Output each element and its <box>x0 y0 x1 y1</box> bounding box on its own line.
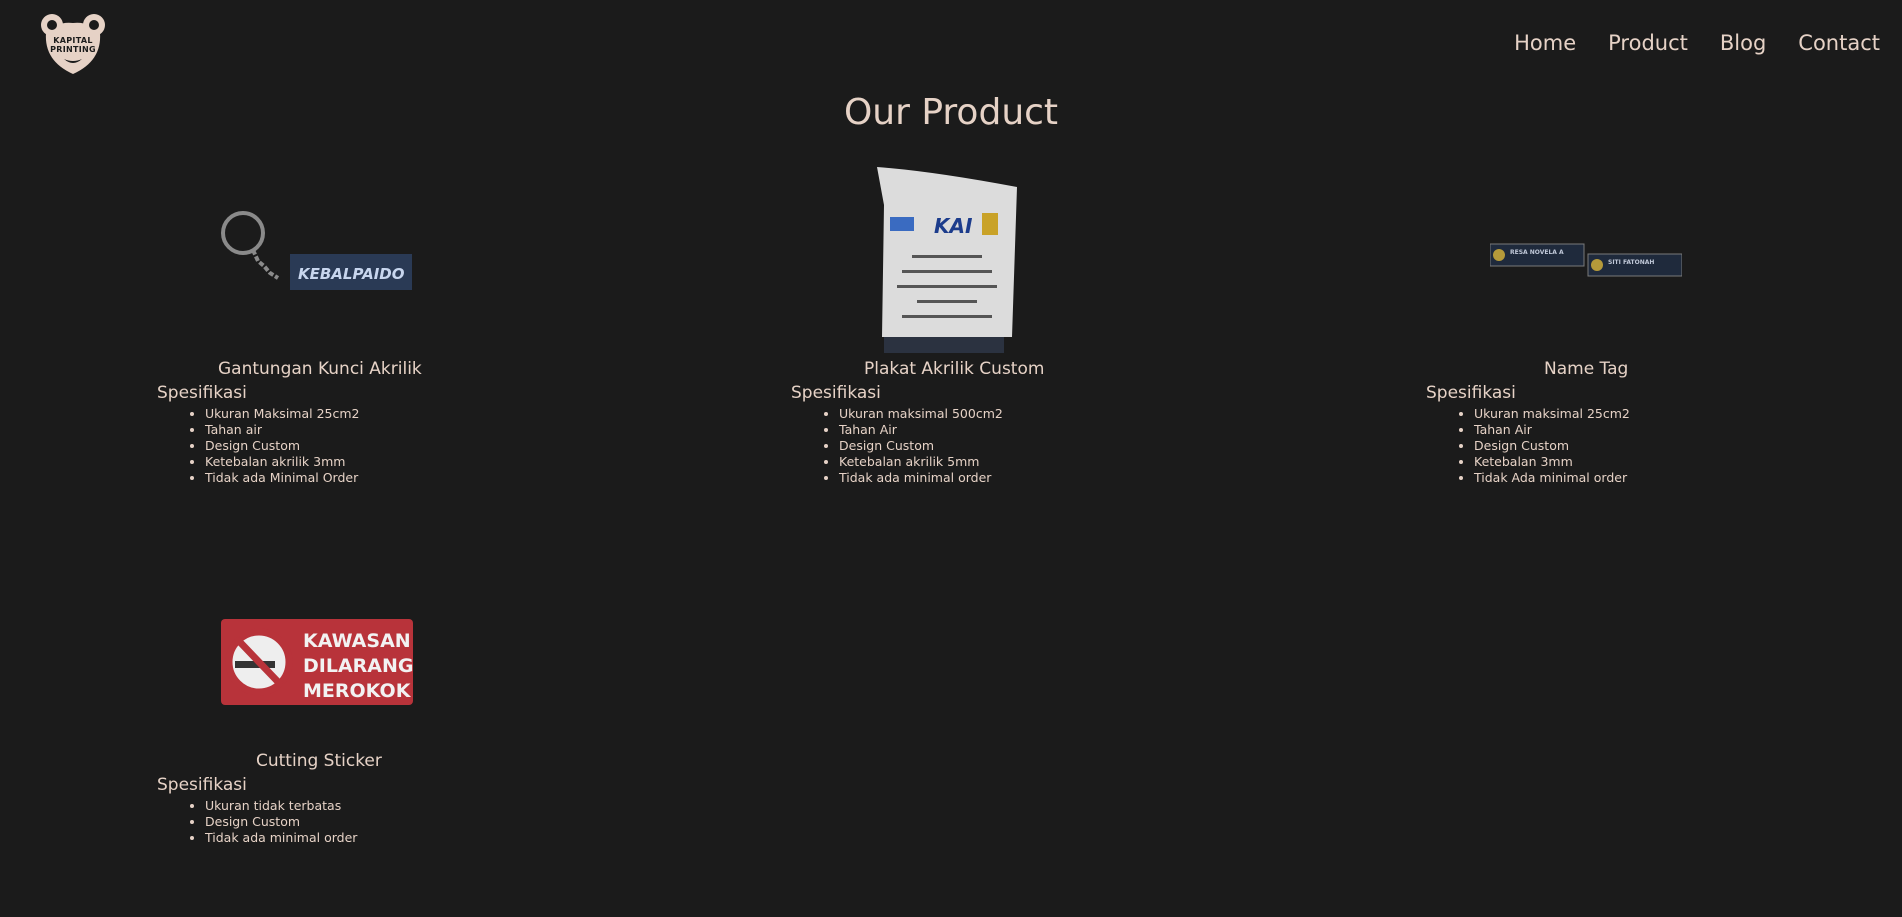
sticker-text-3: MEROKOK <box>303 680 412 702</box>
nametag-text-1: RESA NOVELA A <box>1510 249 1564 256</box>
sticker-text-2: DILARANG <box>303 655 413 677</box>
brand-logo[interactable]: KAPITAL PRINTING <box>38 11 108 77</box>
keychain-image-text: KEBALPAIDO <box>298 265 405 283</box>
spec-title: Spesifikasi <box>157 775 247 795</box>
product-name: Gantungan Kunci Akrilik <box>218 359 422 379</box>
nav-home[interactable]: Home <box>1514 31 1576 55</box>
spec-item: Ketebalan akrilik 3mm <box>205 454 359 470</box>
spec-item: Design Custom <box>839 438 1003 454</box>
spec-item: Tidak Ada minimal order <box>1474 470 1630 486</box>
nametag-image-icon: RESA NOVELA A SITI FATONAH <box>1489 243 1683 277</box>
page-title: Our Product <box>843 92 1059 133</box>
spec-list: Ukuran Maksimal 25cm2 Tahan air Design C… <box>185 406 359 486</box>
product-image-keychain[interactable]: KEBALPAIDO <box>218 206 414 294</box>
spec-title: Spesifikasi <box>157 383 247 403</box>
keychain-image-icon: KEBALPAIDO <box>221 211 412 290</box>
spec-item: Ketebalan akrilik 5mm <box>839 454 1003 470</box>
nav-product[interactable]: Product <box>1608 31 1688 55</box>
product-name: Cutting Sticker <box>256 751 382 771</box>
spec-item: Tahan Air <box>839 422 1003 438</box>
spec-list: Ukuran tidak terbatas Design Custom Tida… <box>185 798 357 846</box>
spec-item: Tahan Air <box>1474 422 1630 438</box>
spec-item: Ukuran tidak terbatas <box>205 798 357 814</box>
spec-item: Tahan air <box>205 422 359 438</box>
spec-item: Tidak ada Minimal Order <box>205 470 359 486</box>
spec-list: Ukuran maksimal 500cm2 Tahan Air Design … <box>819 406 1003 486</box>
nav-blog[interactable]: Blog <box>1720 31 1766 55</box>
spec-item: Ukuran maksimal 500cm2 <box>839 406 1003 422</box>
plaque-image-icon: KAI <box>877 167 1017 353</box>
plaque-image-text: KAI <box>934 214 973 238</box>
spec-item: Design Custom <box>205 438 359 454</box>
product-image-nametag[interactable]: RESA NOVELA A SITI FATONAH <box>1489 242 1683 282</box>
product-name: Plakat Akrilik Custom <box>864 359 1045 379</box>
spec-item: Tidak ada minimal order <box>839 470 1003 486</box>
spec-title: Spesifikasi <box>791 383 881 403</box>
spec-list: Ukuran maksimal 25cm2 Tahan Air Design C… <box>1454 406 1630 486</box>
product-name: Name Tag <box>1544 359 1629 379</box>
no-smoking-sticker-icon: KAWASAN DILARANG MEROKOK <box>221 619 413 705</box>
spec-item: Tidak ada minimal order <box>205 830 357 846</box>
product-image-plakat[interactable]: KAI <box>872 165 1022 355</box>
spec-title: Spesifikasi <box>1426 383 1516 403</box>
spec-item: Ukuran Maksimal 25cm2 <box>205 406 359 422</box>
spec-item: Design Custom <box>1474 438 1630 454</box>
logo-line-1: KAPITAL <box>53 36 93 45</box>
sticker-text-1: KAWASAN <box>303 630 411 652</box>
spec-item: Ketebalan 3mm <box>1474 454 1630 470</box>
nametag-text-2: SITI FATONAH <box>1608 259 1654 266</box>
main-nav: Home Product Blog Contact <box>1514 31 1880 55</box>
nav-contact[interactable]: Contact <box>1798 31 1880 55</box>
spec-item: Design Custom <box>205 814 357 830</box>
product-image-sticker[interactable]: KAWASAN DILARANG MEROKOK <box>221 619 413 705</box>
spec-item: Ukuran maksimal 25cm2 <box>1474 406 1630 422</box>
logo-line-2: PRINTING <box>50 45 96 54</box>
